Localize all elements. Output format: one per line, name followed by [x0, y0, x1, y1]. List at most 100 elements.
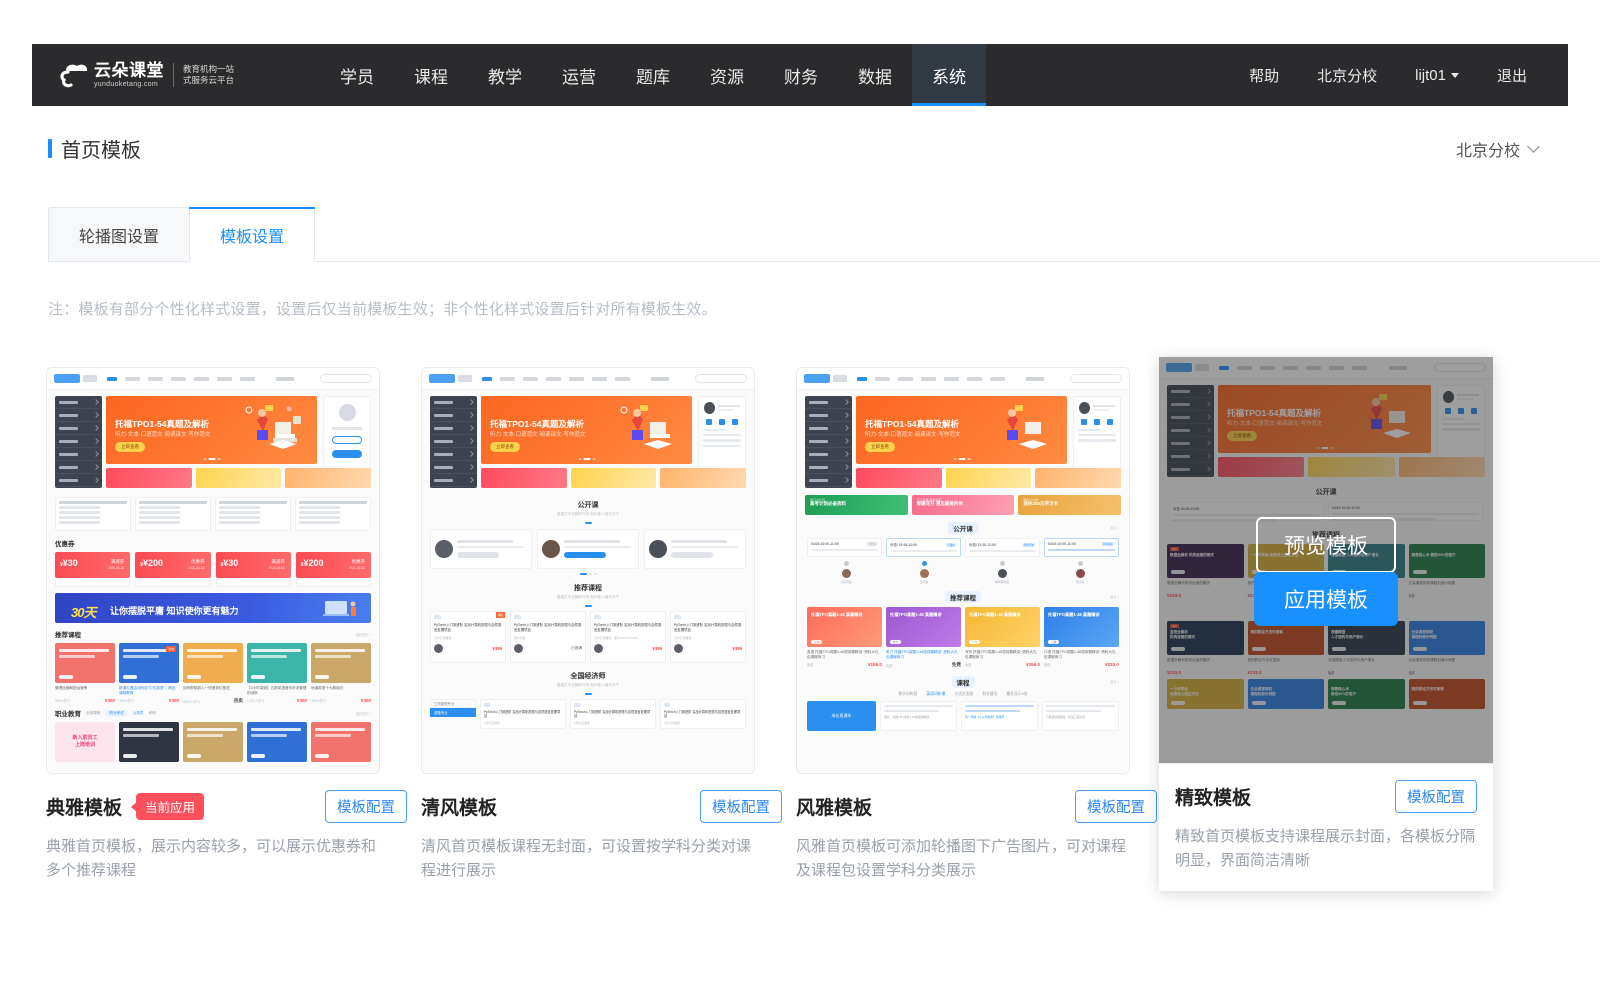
avatar: [704, 402, 715, 414]
category-item: 金融专业: [430, 708, 476, 717]
template-thumbnail-jingzhi[interactable]: 托福TPO1-54真题及解析 听力·文本·口语范文·阅读译文·写作范文 立即查看: [1159, 357, 1493, 764]
template-meta-dianya: 典雅模板 当前应用 模板配置 典雅首页模板，展示内容较多，可以展示优惠券和多个推…: [46, 790, 407, 883]
main-nav-items: 学员 课程 教学 运营 题库 资源 财务 数据 系统: [320, 44, 986, 106]
mock-section-economist: 全国经济师: [422, 671, 754, 681]
course-price: ¥300: [105, 698, 115, 703]
course-name: PyTorch入门到进阶 实战计算机视觉与自然语言处理项目: [594, 623, 662, 633]
template-config-button[interactable]: 模板配置: [1395, 780, 1477, 813]
category-item: 工商管理专业: [430, 699, 476, 708]
nav-item-finance[interactable]: 财务: [764, 44, 838, 106]
avatar: [339, 404, 356, 421]
mock-vocational-header: 职业教育 全部课程 职业考试 公务员 考研 查看更多 >: [47, 708, 379, 718]
ad-title: 送你200元学习卡: [1023, 501, 1058, 507]
mock-course-cards: 限时 PyTorch入门到进阶 实战计算机视觉与自然语言处理项目 2月5日直播课…: [422, 611, 754, 663]
mock-category-sidebar: [805, 396, 852, 488]
template-thumbnail-fengya[interactable]: 托福TPO1-54真题及解析 听力·文本·口语范文·阅读译文·写作范文 立即查看: [796, 367, 1130, 774]
template-description: 清风首页模板课程无封面，可设置按学科分类对课程进行展示: [421, 835, 751, 883]
mock-hero-banner: 托福TPO1-54真题及解析 听力·文本·口语范文·阅读译文·写作范文 立即查看: [106, 396, 317, 464]
nav-item-teaching[interactable]: 教学: [468, 44, 542, 106]
mock-section-coupons: 优惠券: [55, 538, 371, 548]
nav-item-data[interactable]: 数据: [838, 44, 912, 106]
template-config-button[interactable]: 模板配置: [1075, 790, 1157, 823]
course-cover-title: 托福TPO真题1-48 真题精讲: [811, 612, 863, 618]
nav-item-students[interactable]: 学员: [320, 44, 394, 106]
mock-promo-ads: 学习大礼包高考计划必备资料 万众专属 等你来抢春暖花开 遇见最美的你 限时大派送…: [797, 495, 1129, 515]
mock-coupon-row: ¥¥30满减券2020-02-02 ¥¥200优惠券2020-02-02 ¥¥3…: [47, 552, 379, 578]
coupon-label: 优惠券: [191, 559, 205, 565]
nav-item-courses[interactable]: 课程: [394, 44, 468, 106]
mock-banner-subtitle: 听力·文本·口语范文·阅读译文·写作范文: [115, 430, 210, 438]
branch-select-dropdown[interactable]: 北京分校: [1456, 137, 1538, 161]
mock-category-sidebar: [430, 396, 477, 488]
mock-site-header: [797, 368, 1129, 390]
template-config-button[interactable]: 模板配置: [325, 790, 407, 823]
nav-item-system[interactable]: 系统: [912, 44, 986, 106]
user-menu[interactable]: lijt01: [1396, 67, 1478, 84]
logout-link[interactable]: 退出: [1478, 65, 1546, 86]
chevron-down-icon: [1451, 73, 1459, 78]
tab-template-settings[interactable]: 模板设置: [189, 207, 315, 262]
title-accent-bar: [48, 139, 52, 158]
chip-exam: 职业考试: [105, 710, 127, 717]
branch-select-value: 北京分校: [1456, 137, 1520, 161]
mock-category-sidebar: [55, 396, 102, 488]
course-tab: 科学普及: [982, 692, 997, 697]
apply-template-button[interactable]: 应用模板: [1254, 572, 1398, 626]
template-card-dianya[interactable]: 托福TPO1-54真题及解析 听力·文本·口语范文·阅读译文·写作范文 立即查看: [46, 367, 407, 891]
template-card-jingzhi[interactable]: 托福TPO1-54真题及解析 听力·文本·口语范文·阅读译文·写作范文 立即查看: [1159, 357, 1493, 891]
status-badge: 当前应用: [136, 793, 204, 820]
course-price: ¥499: [652, 646, 662, 651]
template-thumbnail-dianya[interactable]: 托福TPO1-54真题及解析 听力·文本·口语范文·阅读译文·写作范文 立即查看: [46, 367, 380, 774]
mock-course-tabs: 数学训练营 英语词析课 大语文班级 科学普及 最多显示6条: [797, 692, 1129, 697]
promo-big-text: 30天: [71, 602, 95, 621]
mock-banner-button: 立即查看: [490, 442, 520, 452]
nav-item-resources[interactable]: 资源: [690, 44, 764, 106]
course-price: 热卖: [234, 698, 243, 704]
course-tab: 英语词析课: [926, 692, 945, 697]
mock-vocational-courses: 新入职员工上岗培训: [47, 722, 379, 762]
mock-logo: [54, 374, 80, 383]
mock-section-vocational: 职业教育: [55, 708, 81, 718]
coupon-amount: ¥200: [143, 558, 163, 568]
mock-banner-subtitle: 听力·文本·口语范文·阅读译文·写作范文: [490, 430, 585, 438]
course-name: PyTorch入门到进阶 实战计算机视觉与自然语言处理项目: [674, 623, 742, 633]
mock-section-open-class: 公开课: [422, 500, 754, 510]
course-price: ¥499: [732, 646, 742, 651]
top-navigation-bar: 云朵课堂 yunduoketang.com 教育机构一站 式服务云平台 学员 课…: [32, 44, 1568, 106]
tab-carousel-settings[interactable]: 轮播图设置: [48, 207, 190, 262]
template-title: 精致模板: [1175, 783, 1251, 810]
user-name: lijt01: [1415, 67, 1446, 84]
preview-template-button[interactable]: 预览模板: [1256, 517, 1396, 573]
template-description: 典雅首页模板，展示内容较多，可以展示优惠券和多个推荐课程: [46, 835, 376, 883]
template-thumbnail-qingfeng[interactable]: 托福TPO1-54真题及解析 听力·文本·口语范文·阅读译文·写作范文 立即查看: [421, 367, 755, 774]
mock-banner-title: 托福TPO1-54真题及解析: [865, 418, 959, 430]
content-area: 首页模板 北京分校 轮播图设置 模板设置 注：模板有部分个性化样式设置，设置后仅…: [32, 106, 1568, 990]
page-header: 首页模板 北京分校: [32, 106, 1568, 163]
mock-banner-illustration: [235, 400, 311, 460]
logo-slogan-line2: 式服务云平台: [183, 75, 234, 86]
app-root: 云朵课堂 yunduoketang.com 教育机构一站 式服务云平台 学员 课…: [0, 0, 1600, 990]
mock-banner-subtitle: 听力·文本·口语范文·阅读译文·写作范文: [865, 430, 960, 438]
mock-banner-illustration: [610, 400, 686, 460]
course-price: ¥499: [492, 646, 502, 651]
nav-item-question-bank[interactable]: 题库: [616, 44, 690, 106]
branch-label[interactable]: 北京分校: [1298, 65, 1396, 86]
template-card-fengya[interactable]: 托福TPO1-54真题及解析 听力·文本·口语范文·阅读译文·写作范文 立即查看: [796, 367, 1157, 891]
template-meta-fengya: 风雅模板 模板配置 风雅首页模板可添加轮播图下广告图片，可对课程及课程包设置学科…: [796, 790, 1157, 883]
brand-logo[interactable]: 云朵课堂 yunduoketang.com 教育机构一站 式服务云平台: [56, 62, 234, 88]
cloud-icon: [56, 62, 92, 88]
nav-item-operations[interactable]: 运营: [542, 44, 616, 106]
template-card-qingfeng[interactable]: 托福TPO1-54真题及解析 听力·文本·口语范文·阅读译文·写作范文 立即查看: [421, 367, 782, 891]
promo-text: 让你摆脱平庸 知识使你更有魅力: [110, 604, 239, 617]
course-price: ¥199.0: [868, 662, 882, 667]
template-config-button[interactable]: 模板配置: [700, 790, 782, 823]
help-link[interactable]: 帮助: [1230, 65, 1298, 86]
course-tab: 大语文班级: [954, 692, 973, 697]
mock-coupon-footer: [47, 578, 379, 587]
nav-right-group: 帮助 北京分校 lijt01 退出: [1230, 65, 1546, 86]
chip-postgrad: 考研: [149, 711, 156, 716]
course-price: 已报满: [571, 646, 582, 651]
course-price: ¥266.0: [1026, 662, 1040, 667]
ad-title: 春暖花开 遇见最美的你: [917, 501, 963, 507]
coupon-label: 优惠券: [352, 559, 366, 565]
